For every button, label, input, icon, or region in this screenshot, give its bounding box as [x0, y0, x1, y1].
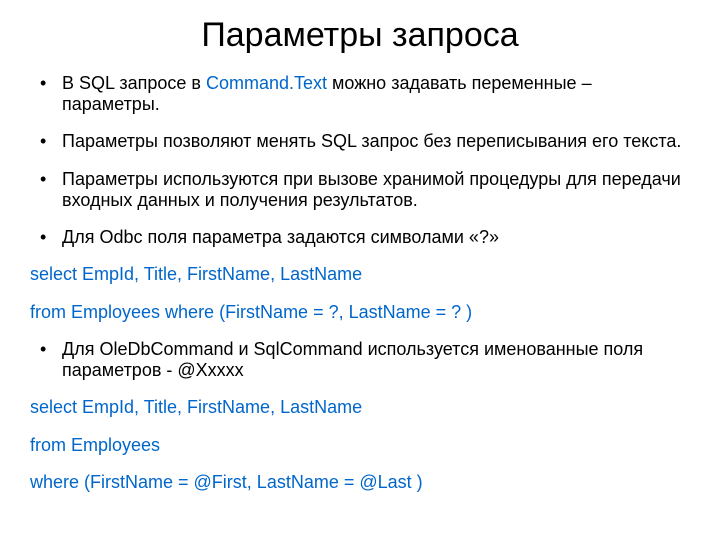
- text-fragment: Для OleDbCommand и SqlCommand использует…: [62, 339, 643, 380]
- text-fragment: Для Odbc поля параметра задаются символа…: [62, 227, 499, 247]
- bullet-item-1: В SQL запросе в Command.Text можно задав…: [30, 73, 690, 115]
- text-fragment: В SQL запросе в: [62, 73, 206, 93]
- bullet-item-4: Для Odbc поля параметра задаются символа…: [30, 227, 690, 248]
- text-fragment: Параметры используются при вызове храним…: [62, 169, 681, 210]
- code-line: select EmpId, Title, FirstName, LastName: [30, 397, 690, 418]
- code-line: select EmpId, Title, FirstName, LastName: [30, 264, 690, 285]
- bullet-item-2: Параметры позволяют менять SQL запрос бе…: [30, 131, 690, 152]
- bullet-item-5: Для OleDbCommand и SqlCommand использует…: [30, 339, 690, 381]
- code-line: from Employees: [30, 435, 690, 456]
- page-title: Параметры запроса: [30, 16, 690, 55]
- inline-code: Command.Text: [206, 73, 327, 93]
- code-line: where (FirstName = @First, LastName = @L…: [30, 472, 690, 493]
- text-fragment: Параметры позволяют менять SQL запрос бе…: [62, 131, 681, 151]
- bullet-item-3: Параметры используются при вызове храним…: [30, 169, 690, 211]
- code-line: from Employees where (FirstName = ?, Las…: [30, 302, 690, 323]
- bullet-list: В SQL запросе в Command.Text можно задав…: [30, 73, 690, 493]
- slide: Параметры запроса В SQL запросе в Comman…: [0, 0, 720, 540]
